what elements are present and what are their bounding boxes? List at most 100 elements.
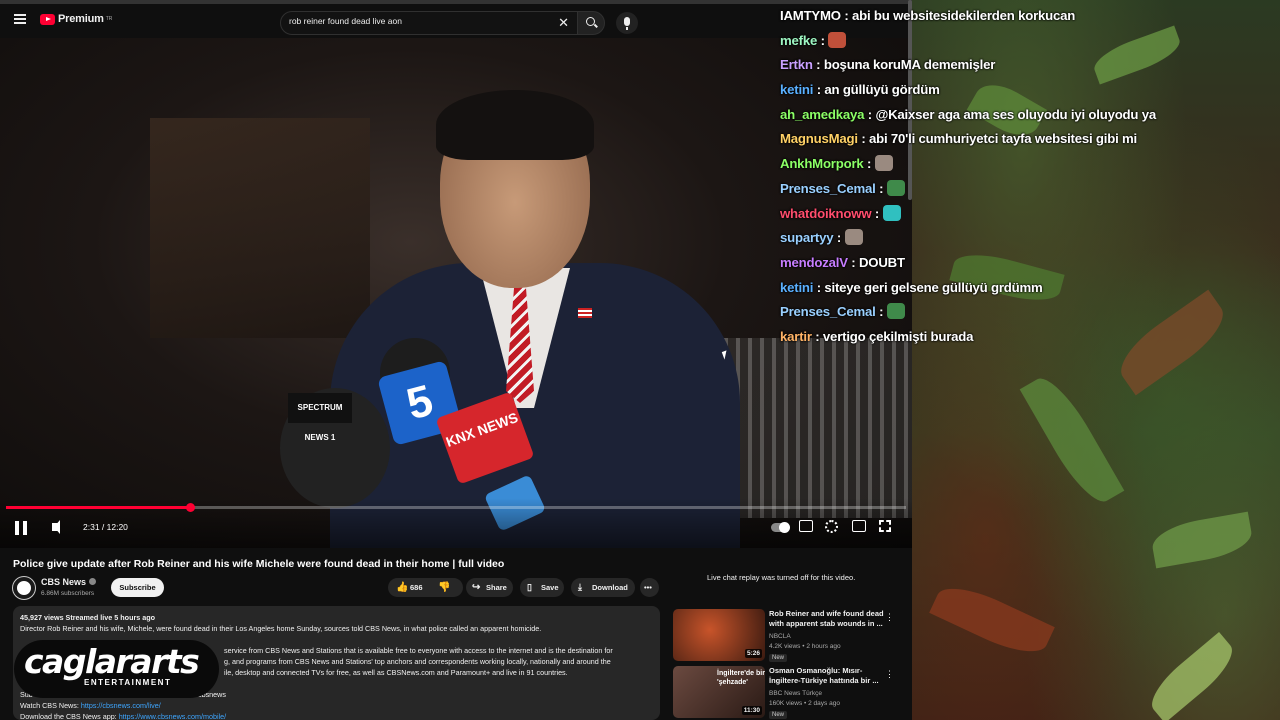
chat-username[interactable]: Ertkn bbox=[780, 57, 813, 72]
recommended-channel[interactable]: BBC News Türkçe bbox=[769, 690, 822, 697]
autoplay-toggle-icon[interactable] bbox=[771, 522, 790, 533]
background-house bbox=[150, 118, 370, 338]
chat-username[interactable]: mefke bbox=[780, 33, 817, 48]
fullscreen-icon[interactable] bbox=[879, 520, 891, 532]
recommended-title[interactable]: Rob Reiner and wife found dead with appa… bbox=[769, 609, 884, 629]
app-link[interactable]: https://www.cbsnews.com/mobile/ bbox=[119, 712, 226, 720]
chat-username[interactable]: ah_amedkaya bbox=[780, 107, 865, 122]
recommended-channel[interactable]: NBCLA bbox=[769, 633, 791, 640]
chat-separator: : bbox=[840, 8, 852, 23]
chat-text: vertigo çekilmişti burada bbox=[822, 328, 974, 344]
verified-icon bbox=[89, 578, 97, 585]
top-bar: Premium TR ✕ bbox=[0, 0, 912, 38]
chat-username[interactable]: MagnusMagi bbox=[780, 131, 858, 146]
duration-badge: 5:26 bbox=[744, 649, 762, 658]
watermark-name: caglararts bbox=[24, 642, 200, 681]
chat-replay-notice: Live chat replay was turned off for this… bbox=[707, 573, 856, 582]
clear-search-icon[interactable]: ✕ bbox=[558, 15, 569, 31]
thumbs-up-icon[interactable]: 👍 bbox=[396, 578, 408, 597]
progress-scrubber[interactable] bbox=[185, 503, 195, 512]
hamburger-menu-icon[interactable] bbox=[14, 14, 26, 24]
save-button[interactable]: ▯ Save bbox=[520, 578, 564, 597]
chat-text: DOUBT bbox=[858, 254, 905, 270]
chat-separator: : bbox=[863, 156, 875, 172]
chat-separator: : bbox=[812, 57, 824, 73]
description-line: service from CBS News and Stations that … bbox=[224, 646, 613, 655]
save-label: Save bbox=[541, 583, 559, 592]
description-line: Director Rob Reiner and his wife, Michel… bbox=[20, 624, 542, 633]
chat-text: @Kaixser aga ama ses oluyodu iyi oluyodu… bbox=[875, 106, 1157, 122]
app-label: Download the CBS News app: bbox=[20, 712, 117, 720]
chat-username[interactable]: mendozalV bbox=[780, 255, 848, 270]
description-line: ile, desktop and connected TVs for free,… bbox=[224, 668, 568, 677]
youtube-logo[interactable]: Premium TR bbox=[40, 13, 112, 25]
chat-message: ketini : an güllüyü gördüm bbox=[780, 78, 1280, 103]
pause-icon[interactable] bbox=[15, 521, 27, 535]
more-options-icon[interactable]: ⋮ bbox=[885, 612, 894, 623]
recommended-video[interactable]: 5:26 Rob Reiner and wife found dead with… bbox=[673, 609, 898, 663]
chat-overlay: IAMTYMO : abi bu websitesidekilerden kor… bbox=[780, 4, 1280, 350]
chat-text: abi bu websitesidekilerden korkucan bbox=[852, 8, 1076, 23]
chat-message: mendozalV : DOUBT bbox=[780, 251, 1280, 276]
recommended-meta: 160K views • 2 days ago bbox=[769, 700, 840, 707]
voice-search-button[interactable] bbox=[616, 12, 638, 34]
channel-avatar[interactable] bbox=[13, 577, 35, 599]
chat-message: ah_amedkaya : @Kaixser aga ama ses oluyo… bbox=[780, 103, 1280, 128]
like-dislike-group: 👍 686 👎 bbox=[388, 578, 463, 597]
chat-username[interactable]: IAMTYMO bbox=[780, 8, 841, 23]
chat-separator: : bbox=[847, 254, 859, 270]
thumbs-down-icon[interactable]: 👎 bbox=[438, 578, 450, 597]
download-button[interactable]: ⤓ Download bbox=[571, 578, 635, 597]
watch-link[interactable]: https://cbsnews.com/live/ bbox=[81, 701, 161, 710]
description-line: g, and programs from CBS News and Statio… bbox=[224, 657, 611, 666]
chat-username[interactable]: ketini bbox=[780, 280, 813, 295]
channel-name-text: CBS News bbox=[41, 577, 87, 587]
video-thumbnail[interactable]: İngiltere'de bir 'şehzade' 11:30 bbox=[673, 666, 765, 718]
progress-bar[interactable] bbox=[6, 503, 906, 512]
new-badge: New bbox=[769, 711, 788, 719]
subscriber-count: 6.86M subscribers bbox=[41, 590, 95, 597]
chat-username[interactable]: ketini bbox=[780, 82, 813, 97]
chat-username[interactable]: kartir bbox=[780, 329, 812, 344]
recommended-title[interactable]: Osman Osmanoğlu: Mısır-İngiltere-Türkiye… bbox=[769, 666, 884, 686]
theater-mode-icon[interactable] bbox=[852, 520, 866, 532]
bookmark-icon: ▯ bbox=[527, 582, 532, 592]
background-fence bbox=[712, 338, 912, 518]
search-input[interactable] bbox=[289, 16, 549, 26]
recommended-video[interactable]: İngiltere'de bir 'şehzade' 11:30 Osman O… bbox=[673, 666, 898, 720]
share-button[interactable]: ↪ Share bbox=[466, 578, 513, 597]
more-actions-button[interactable]: ••• bbox=[640, 578, 659, 597]
search-button[interactable] bbox=[577, 11, 605, 35]
thumbnail-caption: İngiltere'de bir 'şehzade' bbox=[717, 670, 765, 686]
download-label: Download bbox=[592, 583, 628, 592]
channel-name[interactable]: CBS News bbox=[41, 577, 97, 587]
volume-icon[interactable] bbox=[52, 520, 60, 534]
chat-username[interactable]: whatdoiknoww bbox=[780, 206, 872, 221]
chat-separator: : bbox=[833, 230, 845, 246]
player-controls: 2:31 / 12:20 bbox=[0, 498, 912, 548]
captions-icon[interactable] bbox=[799, 520, 813, 532]
chat-message: AnkhMorpork : bbox=[780, 152, 1280, 177]
share-icon: ↪ bbox=[472, 582, 481, 593]
more-options-icon[interactable]: ⋮ bbox=[885, 669, 894, 680]
video-player[interactable]: SPECTRUM NEWS 1 5 KNX NEWS 2:31 / 12:20 bbox=[0, 38, 912, 548]
chat-username[interactable]: supartyy bbox=[780, 230, 834, 245]
like-count[interactable]: 686 bbox=[410, 578, 423, 597]
watermark-sub: ENTERTAINMENT bbox=[84, 678, 172, 687]
microphone-icon bbox=[624, 17, 630, 30]
recommended-meta: 4.2K views • 2 hours ago bbox=[769, 643, 841, 650]
gear-icon[interactable] bbox=[825, 520, 838, 533]
chat-message: mefke : bbox=[780, 29, 1280, 54]
chat-separator: : bbox=[813, 82, 825, 98]
chat-text: boşuna koruMA dememişler bbox=[823, 57, 996, 73]
chat-message: Prenses_Cemal : bbox=[780, 300, 1280, 325]
chat-emote-icon bbox=[886, 179, 905, 196]
chat-username[interactable]: Prenses_Cemal bbox=[780, 181, 876, 196]
chat-username[interactable]: AnkhMorpork bbox=[780, 156, 864, 171]
video-thumbnail[interactable]: 5:26 bbox=[673, 609, 765, 661]
chat-message: MagnusMagi : abi 70'li cumhuriyetci tayf… bbox=[780, 127, 1280, 152]
download-icon: ⤓ bbox=[578, 582, 582, 592]
subscribe-button[interactable]: Subscribe bbox=[111, 578, 164, 597]
chat-emote-icon bbox=[886, 303, 905, 320]
chat-username[interactable]: Prenses_Cemal bbox=[780, 304, 876, 319]
